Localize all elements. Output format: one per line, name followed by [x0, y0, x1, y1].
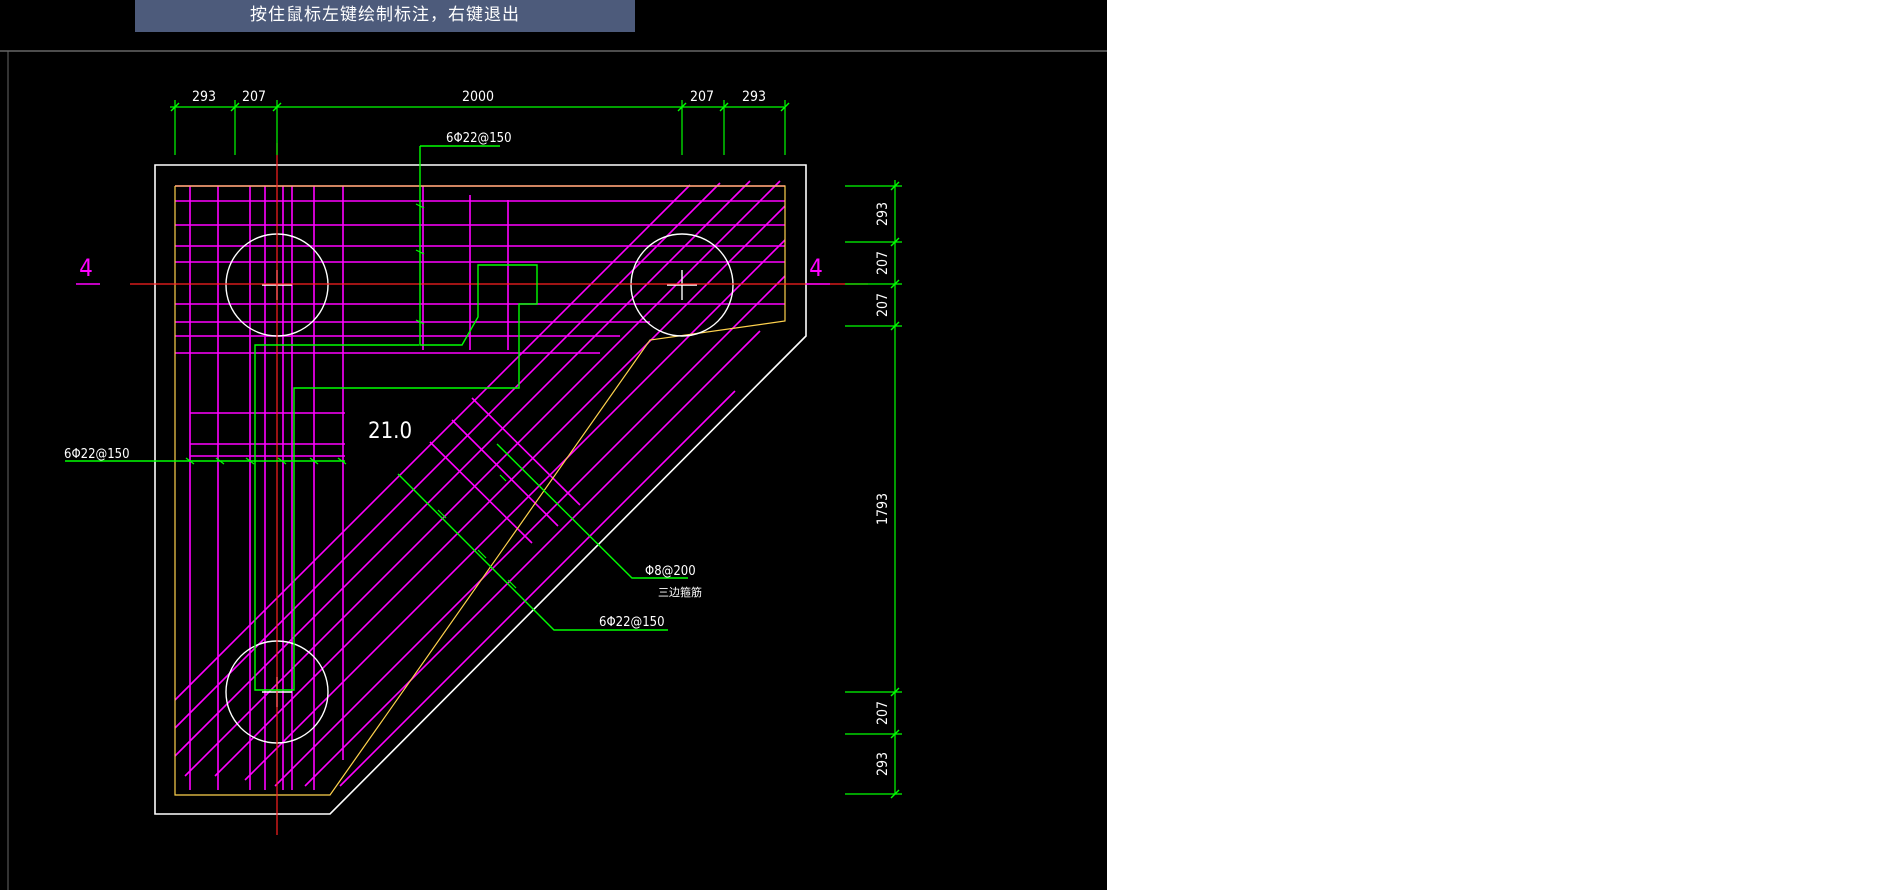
rebar-group: [174, 180, 786, 790]
dim-right-1: 293: [875, 202, 891, 226]
diagonal-rebar-label: 6Φ22@150: [599, 615, 665, 630]
top-rebar-label: 6Φ22@150: [446, 131, 512, 146]
section-mark-right: 4: [809, 254, 823, 282]
elevation-label: 21.0: [368, 419, 412, 444]
dim-top-4: 207: [690, 89, 714, 105]
stirrup-outline: [254, 146, 538, 691]
piles: [225, 233, 734, 744]
dim-text-right: 293 207 207 1793 207 293: [875, 202, 891, 776]
stirrup-note-label: 三边箍筋: [658, 585, 702, 599]
rebar-line: [244, 239, 786, 781]
leader-stirrup: [496, 443, 688, 579]
rebar-line: [471, 397, 581, 506]
empty-panel: [1107, 0, 1879, 890]
dim-right-5: 207: [875, 701, 891, 725]
dim-top-5: 293: [742, 89, 766, 105]
annotation-texts: 6Φ22@150 6Φ22@150 6Φ22@150 Φ8@200 三边箍筋: [64, 131, 702, 630]
dim-top-1: 293: [192, 89, 216, 105]
dim-right-2: 207: [875, 251, 891, 275]
rebar-line: [174, 180, 751, 757]
stirrup-label: Φ8@200: [645, 564, 696, 579]
rebar-line: [214, 205, 786, 777]
command-prompt-bar: 按住鼠标左键绘制标注，右键退出: [135, 0, 635, 32]
cad-drawing-canvas[interactable]: 按住鼠标左键绘制标注，右键退出 293 207 2000 207 293 293…: [0, 0, 1107, 890]
rebar-line: [184, 180, 781, 777]
rebar-line: [429, 441, 533, 544]
dim-right-4: 1793: [875, 493, 891, 525]
dim-top-2: 207: [242, 89, 266, 105]
section-mark-left: 4: [79, 254, 93, 282]
dim-ticks: [170, 102, 900, 799]
dim-right-3: 207: [875, 293, 891, 317]
dim-text-top: 293 207 2000 207 293: [192, 89, 766, 105]
dim-right-6: 293: [875, 752, 891, 776]
rebar-line: [451, 419, 559, 527]
pile-cap-drawing: 293 207 2000 207 293 293 207 207 1793 20…: [0, 50, 1107, 890]
dim-top-3: 2000: [462, 89, 494, 105]
left-rebar-label: 6Φ22@150: [64, 447, 130, 462]
